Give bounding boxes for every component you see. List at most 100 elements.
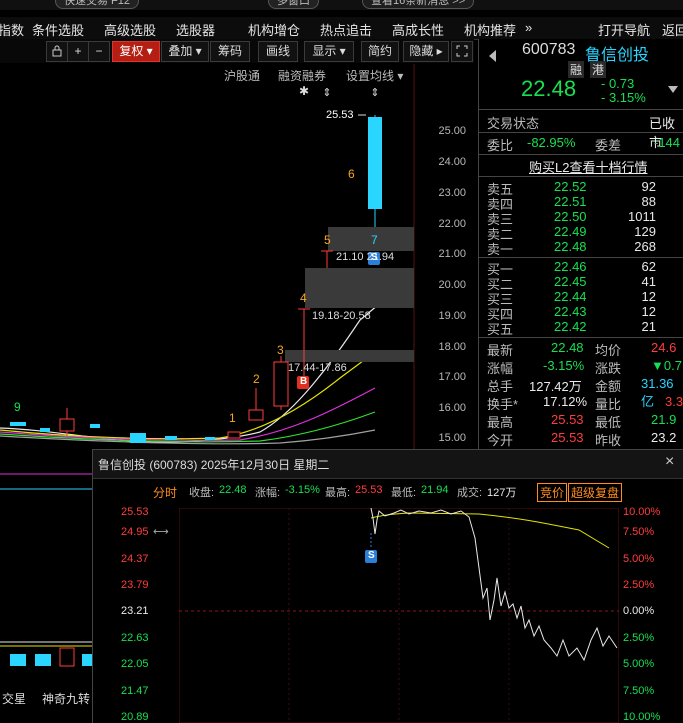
auction-button[interactable]: 竞价 xyxy=(537,483,568,502)
price-tick: 20.89 xyxy=(121,711,149,723)
tab-fenshi[interactable]: 分时 xyxy=(153,484,177,501)
dropdown-arrow-icon[interactable] xyxy=(667,85,679,95)
stat-label: 今开 xyxy=(487,433,514,448)
y-axis: 25.00 24.00 23.00 22.00 21.00 20.00 19.0… xyxy=(416,64,474,449)
stat-label: 总手 xyxy=(487,379,514,394)
low-value: 21.94 xyxy=(421,484,449,496)
menu-stock-picker[interactable]: 选股器 xyxy=(176,20,215,39)
pct-tick: 0.00% xyxy=(623,605,655,617)
hide-button[interactable]: 隐藏 ▸ xyxy=(403,41,449,62)
candle xyxy=(165,436,177,440)
lock-icon[interactable] xyxy=(46,41,68,62)
y-tick: 16.00 xyxy=(438,402,466,414)
weicha-label: 委差 xyxy=(595,138,622,153)
stat-label: 昨收 xyxy=(595,433,622,448)
stat-label: 换手* xyxy=(487,397,519,412)
price-tick: 24.37 xyxy=(121,553,149,565)
y-tick: 21.00 xyxy=(438,248,466,260)
menu-back[interactable]: 返回 xyxy=(662,20,683,39)
count-label: 1 xyxy=(229,411,236,425)
volume-value: 127万 xyxy=(487,487,517,499)
stat-value: 17.12% xyxy=(543,394,588,409)
candle xyxy=(10,422,26,426)
multi-window-button[interactable]: 多窗口 xyxy=(268,0,319,9)
y-tick: 23.00 xyxy=(438,187,466,199)
weicha-value: -144 xyxy=(654,135,681,150)
stat-value: 127.42万 xyxy=(529,379,582,394)
intraday-chart[interactable] xyxy=(179,508,619,723)
simple-button[interactable]: 简约 xyxy=(361,41,399,62)
menu-institution-add[interactable]: 机构增仓 xyxy=(248,20,300,39)
bottom-tab-2[interactable]: 神奇九转 xyxy=(42,690,90,707)
bid-volume: 12 xyxy=(641,289,656,304)
bid-price[interactable]: 22.43 xyxy=(554,304,587,319)
menu-more[interactable]: » xyxy=(525,20,532,35)
menu-high-growth[interactable]: 高成长性 xyxy=(392,20,444,39)
menu-condition-pick[interactable]: 条件选股 xyxy=(32,20,84,39)
close-icon[interactable]: × xyxy=(665,453,674,471)
menu-index[interactable]: 指数 xyxy=(0,20,24,39)
quick-trade-button[interactable]: 快速交易 F12 xyxy=(55,0,140,9)
weibi-value: -82.95% xyxy=(527,135,576,150)
kline-chart[interactable]: ✱ ⇕ ⇕ xyxy=(0,64,478,449)
stat-value: 21.9 xyxy=(651,412,677,427)
ask-price[interactable]: 22.48 xyxy=(554,239,587,254)
overlay-button[interactable]: 叠加 ▾ xyxy=(161,41,209,62)
candle xyxy=(130,433,146,443)
zoom-out-button[interactable]: − xyxy=(88,41,110,62)
bid-price[interactable]: 22.44 xyxy=(554,289,587,304)
bid-volume: 62 xyxy=(641,259,656,274)
super-review-button[interactable]: 超级复盘 xyxy=(568,483,623,502)
pct-tick: 10.00% xyxy=(623,711,661,723)
zoom-in-button[interactable]: + xyxy=(67,41,89,62)
candle xyxy=(59,418,75,432)
menu-advanced-pick[interactable]: 高级选股 xyxy=(104,20,156,39)
menu-institution-recommend[interactable]: 机构推荐 xyxy=(464,20,516,39)
fullscreen-icon[interactable] xyxy=(451,41,473,62)
price-tick: 22.63 xyxy=(121,632,149,644)
l2-link[interactable]: 购买L2查看十档行情 xyxy=(529,157,647,176)
popup-sell-marker-text: S xyxy=(368,550,375,561)
chips-button[interactable]: 筹码 xyxy=(210,41,250,62)
y-tick: 24.00 xyxy=(438,156,466,168)
y-tick: 22.00 xyxy=(438,218,466,230)
stat-label: 金额 xyxy=(595,379,622,394)
fuquan-button[interactable]: 复权 ▾ xyxy=(112,41,160,62)
prev-arrow-icon[interactable] xyxy=(487,49,497,63)
last-price: 22.48 xyxy=(521,76,577,101)
high-value: 25.53 xyxy=(355,484,383,496)
stat-label: 量比 xyxy=(595,397,622,412)
candle xyxy=(40,428,50,432)
bottom-tab-1[interactable]: 交星 xyxy=(2,690,26,707)
expand-icon[interactable]: ⟷ xyxy=(153,525,169,538)
display-button[interactable]: 显示 ▾ xyxy=(304,41,354,62)
draw-line-button[interactable]: 画线 xyxy=(258,41,298,62)
bid-price[interactable]: 22.45 xyxy=(554,274,587,289)
bid-price[interactable]: 22.46 xyxy=(554,259,587,274)
weibi-label: 委比 xyxy=(487,138,514,153)
stat-value: 23.2 xyxy=(651,430,677,445)
zone3-label: 17.44-17.86 xyxy=(288,362,347,374)
bid-price[interactable]: 22.42 xyxy=(554,319,587,334)
menu-hotspot[interactable]: 热点追击 xyxy=(320,20,372,39)
popup-title-bar[interactable]: 鲁信创投 (600783) 2025年12月30日 星期二 × xyxy=(93,450,683,479)
sell-marker-text: S xyxy=(371,252,378,263)
close-value: 22.48 xyxy=(219,484,247,496)
ask-price[interactable]: 22.52 xyxy=(554,179,587,194)
ask-price[interactable]: 22.50 xyxy=(554,209,587,224)
ask-price[interactable]: 22.49 xyxy=(554,224,587,239)
y-tick: 20.00 xyxy=(438,279,466,291)
avg-price-line xyxy=(370,512,610,549)
buy-marker-text: B xyxy=(300,376,308,387)
count-label: 7 xyxy=(371,233,378,247)
top-strip: 快速交易 F12 多窗口 查看16条新消息 >> xyxy=(0,0,683,10)
messages-button[interactable]: 查看16条新消息 >> xyxy=(362,0,475,9)
ask-price[interactable]: 22.51 xyxy=(554,194,587,209)
menu-open-nav[interactable]: 打开导航 xyxy=(598,20,650,39)
quote-panel: 600783 鲁信创投 融 港 22.48 - 0.73 - 3.15% 交易状… xyxy=(478,39,683,449)
pct-tick: 10.00% xyxy=(623,506,661,518)
arrow-updown-icon: ⇕ xyxy=(370,87,379,99)
price-tick: 24.95 xyxy=(121,526,149,538)
price-tick: 23.79 xyxy=(121,579,149,591)
candle-high xyxy=(368,117,382,209)
